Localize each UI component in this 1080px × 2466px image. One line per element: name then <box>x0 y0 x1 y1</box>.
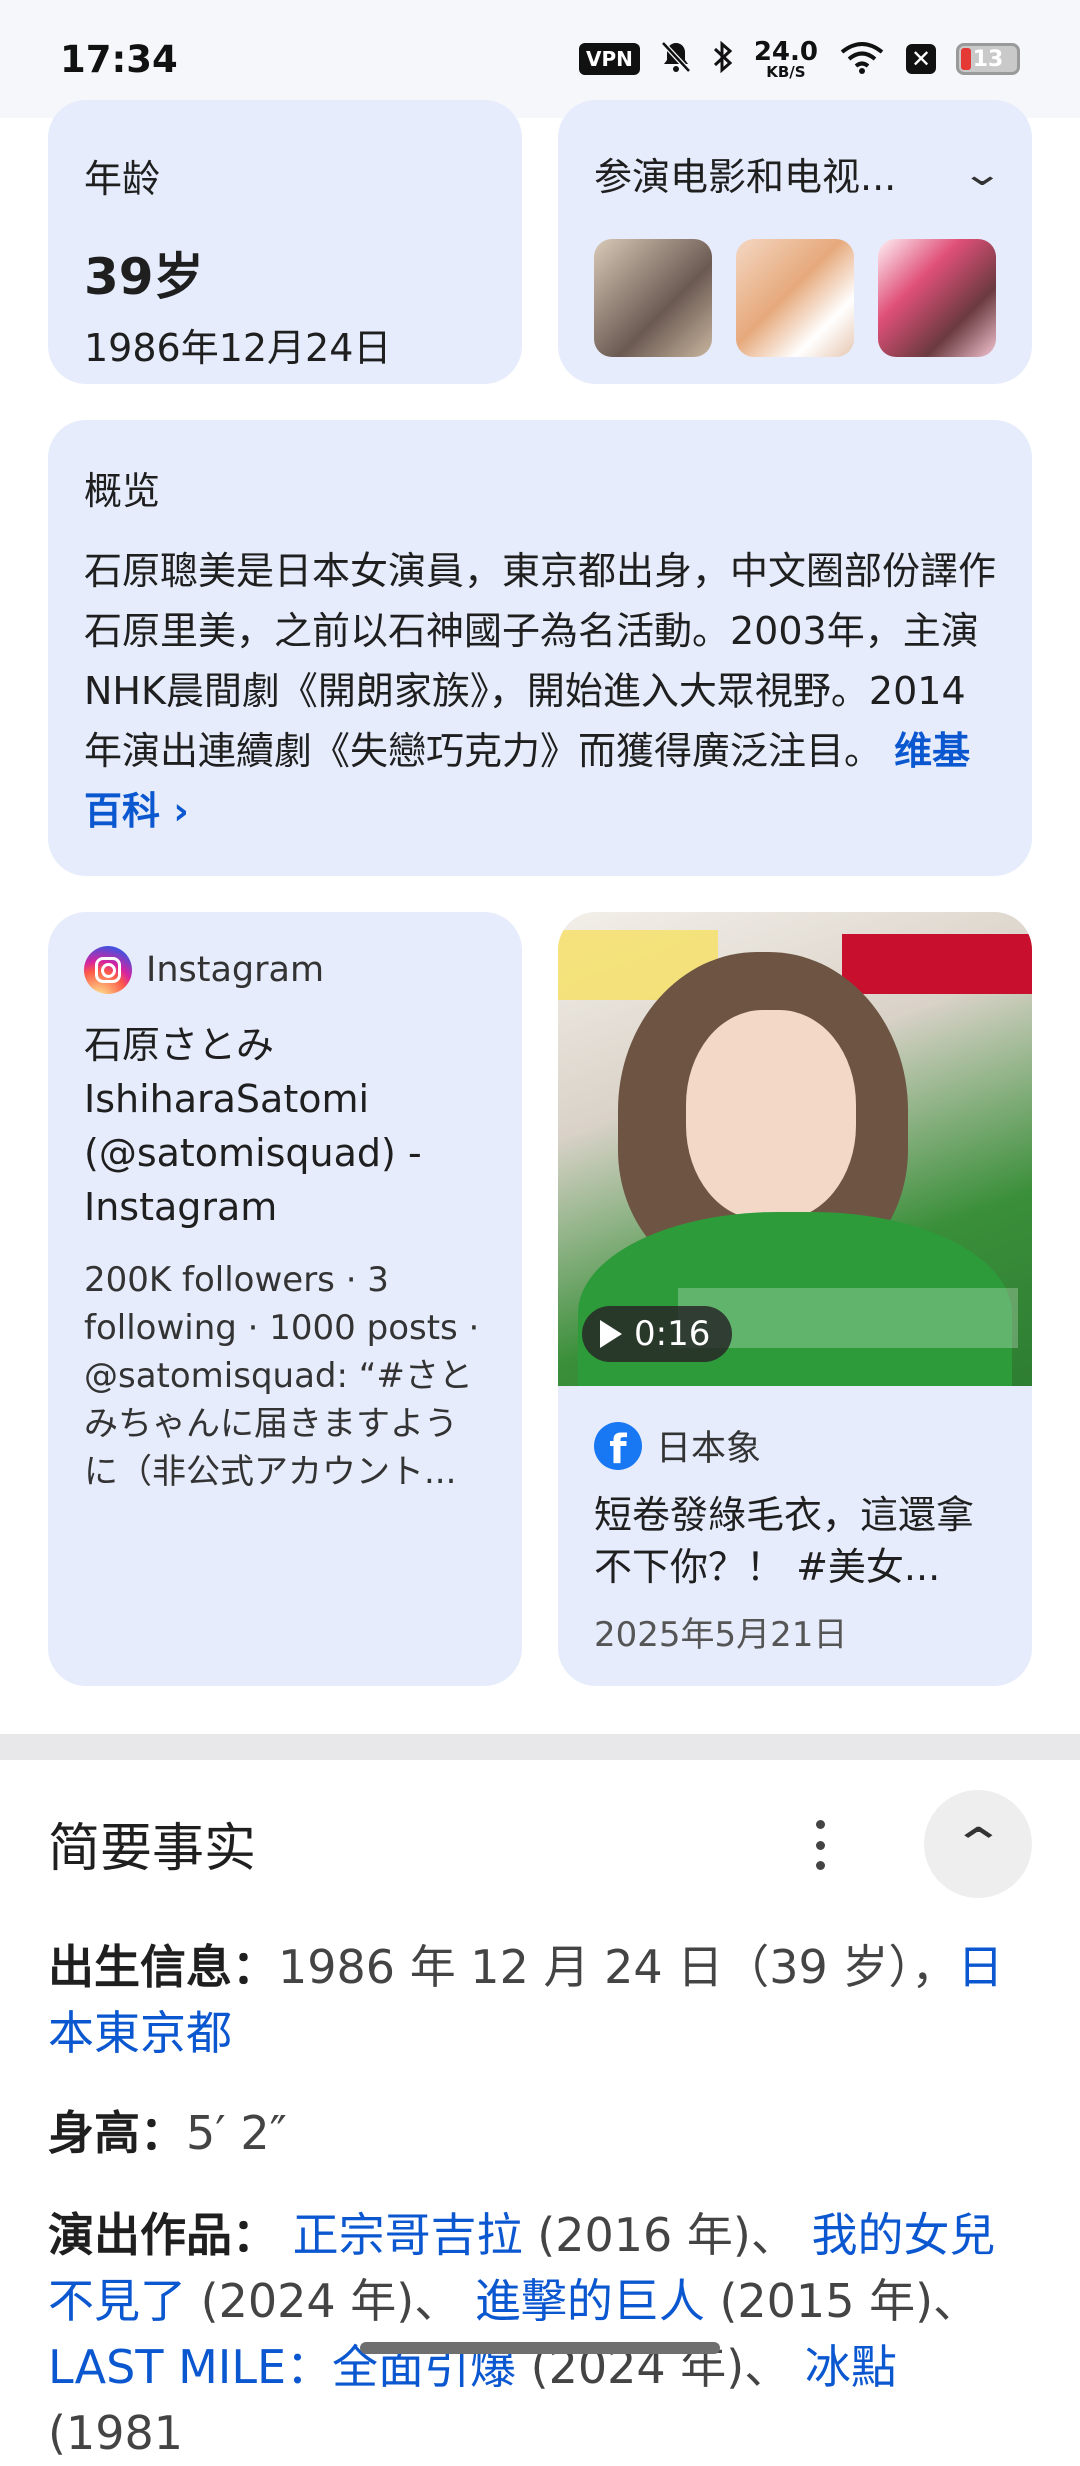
chevron-down-icon[interactable]: ⌄ <box>960 154 1003 194</box>
video-duration-badge: 0:16 <box>582 1306 733 1362</box>
network-speed: 24.0 KB/S <box>754 39 818 80</box>
speed-unit: KB/S <box>766 62 806 81</box>
overview-card: 概览 石原聰美是日本女演員，東京都出身，中文圈部份譯作石原里美，之前以石神國子為… <box>48 420 1032 876</box>
collapse-button[interactable]: ⌃ <box>924 1790 1032 1898</box>
birthdate: 1986年12月24日 <box>84 326 392 370</box>
instagram-icon <box>84 946 132 994</box>
mute-bell-icon <box>660 40 692 79</box>
facts-title: 简要事实 <box>48 1819 257 1879</box>
instagram-card[interactable]: Instagram 石原さとみ IshiharaSatomi (@satomis… <box>48 912 522 1686</box>
battery-level: 13 <box>972 46 1004 72</box>
fact-height: 身高：5′ 2″ <box>48 2100 1032 2166</box>
work-link[interactable]: 冰點 <box>805 2340 897 2394</box>
instagram-title[interactable]: 石原さとみ IshiharaSatomi (@satomisquad) - In… <box>84 1018 486 1234</box>
fact-works: 演出作品： 正宗哥吉拉 (2016 年)、 我的女兒不見了 (2024 年)、 … <box>48 2202 1032 2466</box>
age-title: 年龄 <box>84 157 161 201</box>
work-year: (2015 年)、 <box>704 2274 980 2328</box>
work-link[interactable]: 進擊的巨人 <box>475 2274 705 2328</box>
facebook-icon: f <box>594 1421 642 1470</box>
battery-icon: 13 <box>956 43 1020 75</box>
overview-body: 石原聰美是日本女演員，東京都出身，中文圈部份譯作石原里美，之前以石神國子為名活動… <box>84 541 996 841</box>
play-icon <box>600 1320 622 1348</box>
facebook-date: 2025年5月21日 <box>594 1615 848 1655</box>
chevron-up-icon: ⌃ <box>950 1818 1006 1870</box>
video-duration: 0:16 <box>634 1314 711 1354</box>
section-divider <box>0 1734 1080 1760</box>
facebook-source-row: f 日本象 <box>594 1420 996 1471</box>
films-card[interactable]: 参演电影和电视... ⌄ <box>558 100 1032 384</box>
films-title: 参演电影和电视... <box>594 155 897 199</box>
bluetooth-icon <box>712 40 734 79</box>
home-indicator[interactable] <box>360 2342 720 2354</box>
vpn-icon: VPN <box>578 43 640 75</box>
video-banner-right <box>842 934 1032 994</box>
work-year: (2016 年)、 <box>522 2208 812 2262</box>
age-card[interactable]: 年龄 39岁 1986年12月24日 <box>48 100 522 384</box>
film-thumb-1[interactable] <box>594 239 712 357</box>
film-thumbnails <box>594 239 996 357</box>
birth-label: 出生信息： <box>48 1940 278 1994</box>
status-time: 17:34 <box>60 37 178 81</box>
facebook-video-card[interactable]: 0:16 f 日本象 短卷發綠毛衣，這還拿不下你？！ #美女... 2025年5… <box>558 912 1032 1686</box>
more-options-icon[interactable] <box>808 1820 832 1870</box>
instagram-source-row: Instagram <box>84 946 486 994</box>
status-icons: VPN 24.0 KB/S ✕ 13 <box>578 39 1020 80</box>
film-thumb-3[interactable] <box>878 239 996 357</box>
facebook-source: 日本象 <box>656 1429 762 1469</box>
film-thumb-2[interactable] <box>736 239 854 357</box>
instagram-source: Instagram <box>146 950 325 990</box>
video-thumbnail[interactable]: 0:16 <box>558 912 1032 1386</box>
speed-value: 24.0 <box>753 36 818 67</box>
age-value: 39岁 <box>84 248 204 306</box>
overview-title: 概览 <box>84 469 161 513</box>
work-year: (1981 <box>48 2406 184 2460</box>
works-label: 演出作品： <box>48 2208 278 2262</box>
work-year: (2024 年)、 <box>186 2274 475 2328</box>
fact-birth: 出生信息：1986 年 12 月 24 日（39 岁），日本東京都 <box>48 1934 1032 2066</box>
birth-value: 1986 年 12 月 24 日（39 岁）， <box>278 1940 958 1994</box>
facebook-title[interactable]: 短卷發綠毛衣，這還拿不下你？！ #美女... <box>594 1489 996 1593</box>
height-value: 5′ 2″ <box>186 2106 287 2160</box>
x-app-icon: ✕ <box>906 44 936 74</box>
instagram-description: 200K followers · 3 following · 1000 post… <box>84 1260 480 1492</box>
overview-text: 石原聰美是日本女演員，東京都出身，中文圈部份譯作石原里美，之前以石神國子為名活動… <box>84 549 997 773</box>
work-link[interactable]: 正宗哥吉拉 <box>293 2208 523 2262</box>
height-label: 身高： <box>48 2106 186 2160</box>
wifi-icon <box>838 40 886 79</box>
